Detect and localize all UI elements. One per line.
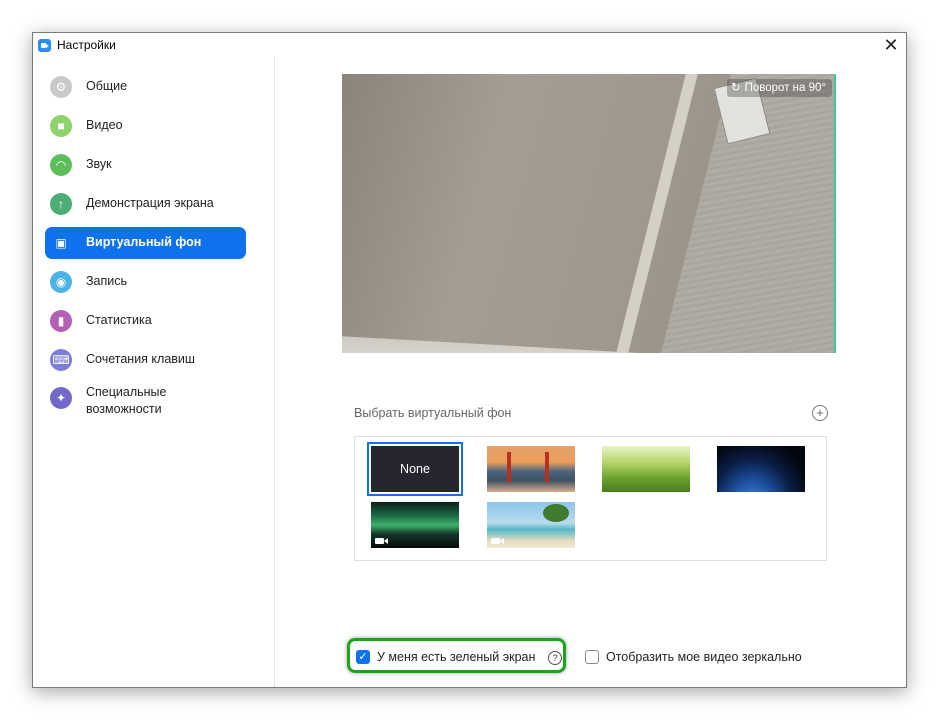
share-screen-icon: ↑ — [50, 193, 72, 215]
sidebar-item-label: Специальные возможности — [86, 385, 167, 416]
title-bar: Настройки ✕ — [33, 33, 906, 57]
sidebar-item-recording[interactable]: ◉ Запись — [45, 266, 246, 298]
close-button[interactable]: ✕ — [876, 33, 906, 57]
background-thumb-earth[interactable] — [717, 446, 805, 492]
sidebar-item-label: Демонстрация экрана — [86, 196, 214, 210]
background-thumb-bridge[interactable] — [487, 446, 575, 492]
sidebar-item-statistics[interactable]: ▮ Статистика — [45, 305, 246, 337]
headphones-icon: ◠ — [50, 154, 72, 176]
mirror-video-label: Отобразить мое видео зеркально — [606, 650, 802, 664]
add-background-button[interactable]: + — [812, 405, 828, 421]
rotate-icon: ↻ — [730, 82, 741, 94]
sidebar-item-label: Статистика — [86, 313, 152, 327]
background-thumb-none[interactable]: None — [367, 442, 463, 496]
gear-icon: ⚙ — [50, 76, 72, 98]
rotate-90-button[interactable]: ↻ Поворот на 90° — [726, 79, 832, 97]
background-grid: None — [354, 436, 827, 561]
video-camera-icon: ■ — [50, 115, 72, 137]
mirror-video-checkbox[interactable] — [585, 650, 599, 664]
background-thumb-aurora[interactable] — [371, 502, 459, 548]
sidebar-item-virtual-background[interactable]: ▣ Виртуальный фон — [45, 227, 246, 259]
accessibility-icon: ✦ — [50, 387, 72, 409]
sidebar-item-video[interactable]: ■ Видео — [45, 110, 246, 142]
rotate-label: Поворот на 90° — [744, 82, 826, 94]
virtual-background-icon: ▣ — [50, 232, 72, 254]
statistics-icon: ▮ — [50, 310, 72, 332]
window-title: Настройки — [57, 38, 116, 52]
help-icon[interactable]: ? — [548, 651, 562, 665]
sidebar-item-keyboard-shortcuts[interactable]: ⌨ Сочетания клавиш — [45, 344, 246, 376]
choose-background-label: Выбрать виртуальный фон — [354, 406, 512, 420]
sidebar-item-label: Сочетания клавиш — [86, 352, 195, 366]
sidebar-item-label: Запись — [86, 274, 128, 288]
sidebar-item-audio[interactable]: ◠ Звук — [45, 149, 246, 181]
sidebar-item-share-screen[interactable]: ↑ Демонстрация экрана — [45, 188, 246, 220]
sidebar-item-general[interactable]: ⚙ Общие — [45, 71, 246, 103]
sidebar-item-label: Общие — [86, 79, 128, 93]
camera-preview: ↻ Поворот на 90° — [342, 74, 836, 353]
sidebar-item-accessibility[interactable]: ✦ Специальные возможности — [45, 382, 246, 422]
video-camera-icon — [375, 538, 388, 544]
sidebar-item-label: Звук — [86, 157, 112, 171]
record-icon: ◉ — [50, 271, 72, 293]
green-screen-label: У меня есть зеленый экран — [377, 650, 536, 664]
zoom-app-icon — [38, 39, 51, 52]
keyboard-icon: ⌨ — [50, 349, 72, 371]
video-camera-icon — [491, 538, 504, 544]
settings-sidebar: ⚙ Общие ■ Видео ◠ Звук ↑ Демонстрация эк… — [33, 57, 275, 687]
settings-window: Настройки ✕ ⚙ Общие ■ Видео ◠ Звук ↑ Дем… — [32, 32, 907, 688]
sidebar-item-label: Видео — [86, 118, 123, 132]
green-screen-checkbox[interactable]: ✓ — [356, 650, 370, 664]
preview-border — [834, 74, 836, 353]
sidebar-item-label: Виртуальный фон — [86, 235, 202, 249]
background-thumb-beach[interactable] — [487, 502, 575, 548]
background-thumb-grass[interactable] — [602, 446, 690, 492]
